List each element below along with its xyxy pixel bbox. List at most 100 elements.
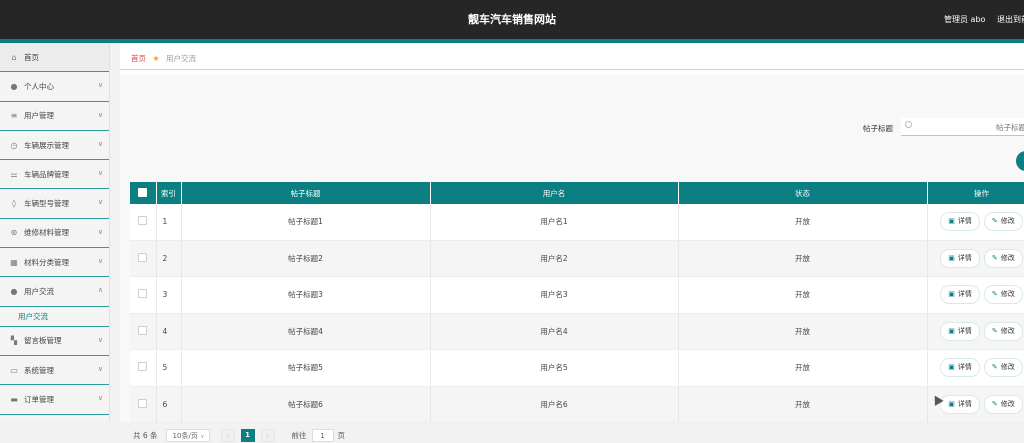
detail-icon: ▣	[948, 326, 955, 335]
logout-link[interactable]: 退出到前	[997, 14, 1024, 25]
row-checkbox-cell[interactable]	[130, 349, 157, 387]
chevron-down-icon: ∨	[97, 227, 103, 236]
page-number-current[interactable]: 1	[240, 428, 255, 442]
cell-index: 6	[156, 386, 182, 423]
sidebar-subitem-label: 用户交流	[18, 311, 48, 321]
sidebar-item-material-category[interactable]: ▦ 材料分类管理 ∨	[0, 248, 109, 278]
breadcrumb-home[interactable]: 首页	[131, 54, 146, 63]
sidebar-item-user-forum[interactable]: ● 用户交流 ∧	[0, 277, 109, 307]
sidebar-item-label: 首页	[24, 52, 39, 62]
row-checkbox-cell[interactable]	[130, 276, 157, 314]
edit-button[interactable]: ✎ 修改	[983, 394, 1023, 414]
cell-index: 2	[156, 240, 182, 277]
sidebar-item-repair-material[interactable]: ⊛ 维修材料管理 ∨	[0, 219, 109, 249]
select-all-checkbox[interactable]	[138, 187, 148, 197]
sidebar-item-home[interactable]: ⌂ 首页	[0, 43, 109, 73]
prev-page-button[interactable]: ‹	[220, 428, 235, 442]
column-header-index: 索引	[156, 182, 182, 204]
edit-button[interactable]: ✎ 修改	[983, 212, 1023, 232]
search-button[interactable]	[1016, 151, 1024, 171]
row-checkbox-cell[interactable]	[130, 204, 157, 241]
detail-button[interactable]: ▣ 详情	[940, 321, 980, 341]
cell-actions: ▣ 详情 ✎ 修改	[927, 276, 1024, 314]
sidebar-item-label: 订单管理	[24, 394, 54, 404]
edit-button[interactable]: ✎ 修改	[983, 358, 1023, 378]
sidebar-subitem-user-forum[interactable]: 用户交流	[0, 307, 109, 327]
detail-button[interactable]: ▣ 详情	[940, 248, 980, 268]
cell-title: 帖子标题4	[181, 313, 431, 350]
cell-title: 帖子标题2	[181, 240, 431, 277]
detail-label: 详情	[957, 253, 972, 262]
detail-button[interactable]: ▣ 详情	[940, 358, 980, 378]
detail-button[interactable]: ▣ 详情	[940, 394, 980, 414]
row-checkbox[interactable]	[138, 362, 148, 372]
apps-icon: ▚	[10, 336, 18, 346]
detail-button[interactable]: ▣ 详情	[940, 285, 980, 305]
detail-label: 详情	[957, 363, 972, 372]
page-size-select[interactable]: 10条/页 ∨	[165, 428, 210, 442]
edit-button[interactable]: ✎ 修改	[983, 321, 1023, 341]
sidebar-item-message-board[interactable]: ▚ 留言板管理 ∨	[0, 327, 109, 356]
chevron-down-icon: ∨	[200, 432, 205, 440]
breadcrumb-current: 用户交流	[165, 54, 196, 63]
row-checkbox[interactable]	[138, 289, 148, 299]
sidebar-item-vehicle-brand[interactable]: ⚌ 车辆品牌管理 ∨	[0, 160, 109, 190]
row-checkbox-cell[interactable]	[130, 386, 157, 423]
goto-label: 前往	[291, 430, 307, 440]
table-row: 5 帖子标题5 用户名5 开放 ▣ 详情 ✎ 修改	[130, 349, 1024, 387]
next-page-button[interactable]: ›	[260, 428, 275, 442]
search-field[interactable]	[901, 118, 1024, 136]
row-checkbox[interactable]	[138, 398, 148, 408]
sidebar-item-profile[interactable]: ● 个人中心 ∨	[0, 72, 109, 102]
sidebar-item-system[interactable]: ▭ 系统管理 ∨	[0, 356, 109, 386]
table-row: 1 帖子标题1 用户名1 开放 ▣ 详情 ✎ 修改	[130, 204, 1024, 241]
sidebar-item-label: 留言板管理	[24, 336, 62, 346]
cell-username: 用户名1	[430, 204, 679, 241]
row-checkbox-cell[interactable]	[130, 313, 157, 350]
detail-label: 详情	[957, 290, 972, 299]
detail-button[interactable]: ▣ 详情	[940, 212, 980, 232]
edit-label: 修改	[1000, 290, 1015, 299]
detail-icon: ▣	[948, 253, 955, 262]
cell-status: 开放	[678, 313, 928, 350]
chevron-down-icon: ∨	[97, 169, 103, 178]
row-checkbox-cell[interactable]	[130, 240, 157, 277]
row-checkbox[interactable]	[138, 325, 148, 335]
cell-index: 4	[156, 313, 182, 350]
chevron-down-icon: ∨	[97, 81, 103, 90]
goto-page-input[interactable]: 1	[311, 428, 334, 442]
pagination-total: 共 6 条	[133, 430, 158, 440]
column-header-status: 状态	[678, 182, 928, 204]
admin-label: 管理员 abo	[944, 15, 986, 24]
sidebar-item-label: 车辆品牌管理	[24, 169, 69, 179]
list-icon: ≡	[10, 111, 18, 121]
chevron-down-icon: ∨	[97, 110, 103, 119]
cell-username: 用户名6	[430, 386, 679, 423]
sidebar-item-orders[interactable]: ▬ 订单管理 ∨	[0, 385, 109, 415]
edit-button[interactable]: ✎ 修改	[983, 248, 1023, 268]
column-header-title: 帖子标题	[181, 182, 431, 204]
edit-label: 修改	[1000, 399, 1015, 408]
detail-label: 详情	[957, 399, 972, 408]
select-all-cell[interactable]	[130, 182, 157, 204]
cell-username: 用户名5	[430, 349, 679, 387]
cell-title: 帖子标题5	[181, 349, 431, 387]
cell-status: 开放	[678, 386, 928, 423]
sidebar-item-label: 系统管理	[24, 365, 54, 375]
sidebar-item-vehicle-model[interactable]: ◊ 车辆型号管理 ∨	[0, 189, 109, 219]
row-checkbox[interactable]	[138, 216, 148, 226]
goto-unit: 页	[337, 430, 346, 440]
edit-icon: ✎	[991, 290, 998, 299]
sidebar-item-users[interactable]: ≡ 用户管理 ∨	[0, 102, 109, 131]
chevron-down-icon: ∨	[97, 198, 103, 207]
search-input[interactable]	[919, 120, 1024, 134]
edit-button[interactable]: ✎ 修改	[983, 285, 1023, 305]
cell-index: 1	[156, 204, 182, 241]
sidebar: ⌂ 首页 ● 个人中心 ∨ ≡ 用户管理 ∨ ◷ 车辆展示管理 ∨ ⚌ 车辆品牌…	[0, 43, 110, 422]
row-checkbox[interactable]	[138, 252, 148, 262]
cell-actions: ▣ 详情 ✎ 修改	[927, 240, 1024, 277]
sidebar-item-vehicle-display[interactable]: ◷ 车辆展示管理 ∨	[0, 131, 109, 161]
cell-status: 开放	[678, 349, 928, 387]
sidebar-item-label: 材料分类管理	[24, 257, 69, 267]
cell-actions: ▣ 详情 ✎ 修改	[927, 349, 1024, 387]
